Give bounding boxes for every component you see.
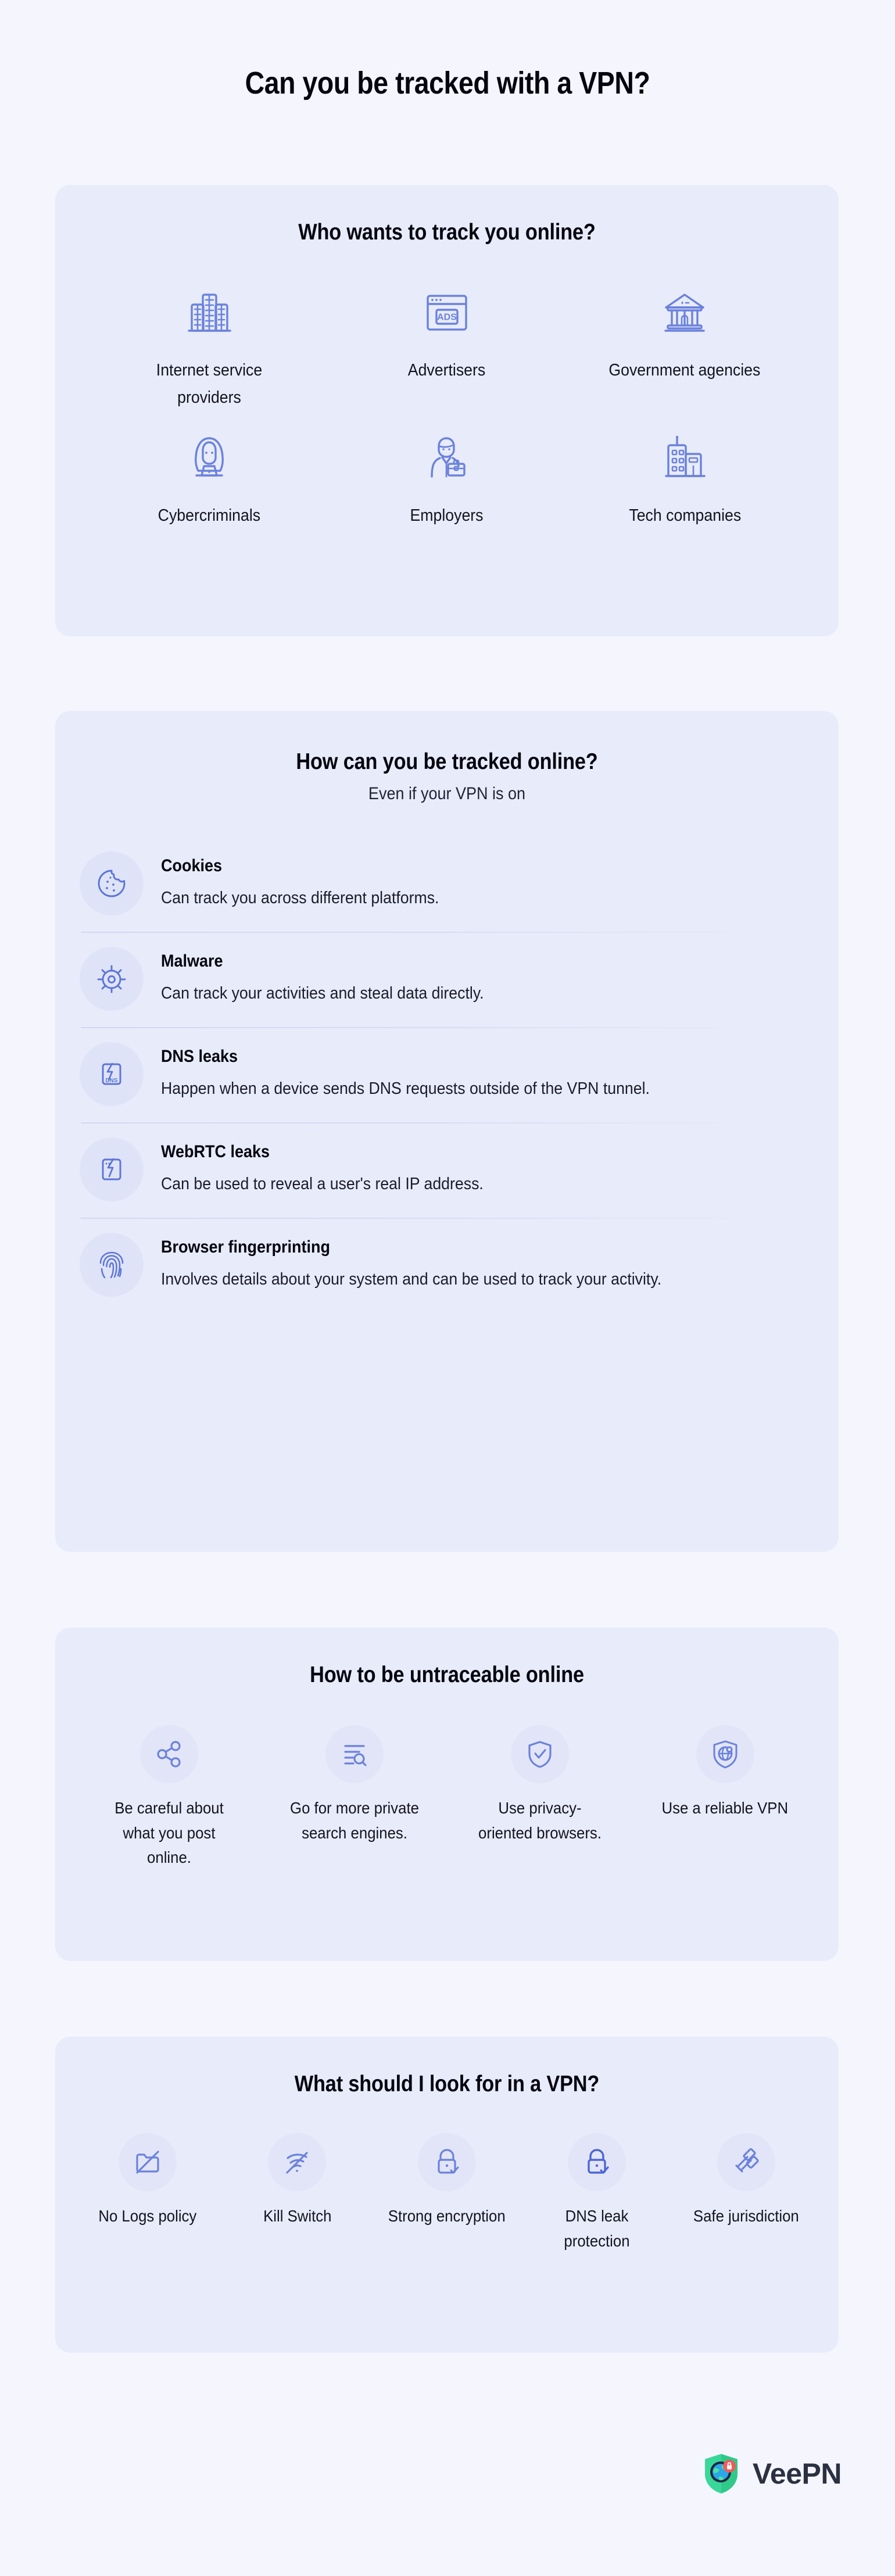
untraceable-card: How to be untraceable online Be careful … xyxy=(55,1627,839,1961)
tip-item-label: Be careful about what you post online. xyxy=(114,1799,224,1867)
feature-item-dns-leak-protection: DNS leak protection xyxy=(522,2133,672,2253)
wifi-off-icon xyxy=(268,2133,327,2191)
list-item-text: Malware Can track your activities and st… xyxy=(161,947,512,1009)
tip-item-be-careful: Be careful about what you post online. xyxy=(76,1725,262,1870)
list-item: Malware Can track your activities and st… xyxy=(80,932,813,1027)
feature-item-label: No Logs policy xyxy=(98,2207,197,2225)
list-item-text: Browser fingerprinting Involves details … xyxy=(161,1233,705,1295)
dns-leak-phone-icon: DNS xyxy=(80,1042,144,1106)
webrtc-leak-phone-icon xyxy=(80,1137,144,1201)
who-tracks-grid: Internet service providers ADS Advertise… xyxy=(55,281,839,529)
who-item-label: Internet service providers xyxy=(156,361,262,407)
who-item-label: Employers xyxy=(410,506,484,525)
vpn-features-section-title: What should I look for in a VPN? xyxy=(294,2071,600,2096)
feature-item-label: DNS leak protection xyxy=(564,2207,630,2250)
who-item-tech-companies: Tech companies xyxy=(566,427,804,529)
method-term: Malware xyxy=(161,951,223,971)
vpn-features-card: What should I look for in a VPN? No Logs… xyxy=(55,2037,839,2353)
feature-item-no-logs: No Logs policy xyxy=(73,2133,223,2253)
untraceable-tips-grid: Be careful about what you post online. G… xyxy=(55,1725,839,1870)
svg-text:ADS: ADS xyxy=(437,313,457,323)
page-title: Can you be tracked with a VPN? xyxy=(245,66,650,101)
list-item-text: DNS leaks Happen when a device sends DNS… xyxy=(161,1042,692,1104)
footer-logo: VeePN xyxy=(703,2453,842,2495)
who-item-cybercriminals: Cybercriminals xyxy=(90,427,328,529)
method-description: Can track your activities and steal data… xyxy=(161,984,484,1003)
feature-item-label: Strong encryption xyxy=(388,2207,506,2225)
method-term: DNS leaks xyxy=(161,1047,238,1066)
infographic-page: Can you be tracked with a VPN? Who wants… xyxy=(0,0,895,2576)
gavel-icon xyxy=(717,2133,776,2191)
how-section-subtitle: Even if your VPN is on xyxy=(368,784,526,803)
how-section-title: How can you be tracked online? xyxy=(296,749,598,774)
how-tracked-card: How can you be tracked online? Even if y… xyxy=(55,711,839,1552)
list-item: Browser fingerprinting Involves details … xyxy=(80,1218,813,1313)
fingerprint-icon xyxy=(80,1233,144,1297)
brand-name: VeePN xyxy=(752,2457,842,2490)
tip-item-privacy-browsers: Use privacy-oriented browsers. xyxy=(447,1725,632,1870)
government-building-icon xyxy=(660,281,709,344)
who-item-label: Government agencies xyxy=(608,361,761,380)
who-item-employers: Employers xyxy=(328,427,565,529)
feature-item-safe-jurisdiction: Safe jurisdiction xyxy=(671,2133,821,2253)
office-buildings-icon xyxy=(185,281,234,344)
malware-bug-icon xyxy=(80,947,144,1011)
method-description: Involves details about your system and c… xyxy=(161,1270,662,1289)
method-term: Cookies xyxy=(161,856,223,875)
method-description: Can be used to reveal a user's real IP a… xyxy=(161,1175,484,1193)
cookie-icon xyxy=(80,851,144,915)
list-item: DNS DNS leaks Happen when a device sends… xyxy=(80,1027,813,1122)
vpn-features-grid: No Logs policy Kill Switch Strong encryp… xyxy=(55,2133,839,2253)
list-item-text: Cookies Can track you across different p… xyxy=(161,851,463,914)
untraceable-section-title: How to be untraceable online xyxy=(310,1662,584,1687)
veepn-shield-globe-logo xyxy=(703,2453,740,2495)
who-tracks-you-card: Who wants to track you online? Internet … xyxy=(55,185,839,636)
who-item-advertisers: ADS Advertisers xyxy=(328,281,565,412)
lock-check-filled-icon xyxy=(567,2133,626,2191)
list-item: WebRTC leaks Can be used to reveal a use… xyxy=(80,1122,813,1218)
feature-item-label: Kill Switch xyxy=(263,2207,332,2225)
who-item-label: Cybercriminals xyxy=(157,506,260,525)
who-item-label: Tech companies xyxy=(628,506,741,525)
list-item-text: WebRTC leaks Can be used to reveal a use… xyxy=(161,1137,511,1200)
tip-item-private-search: Go for more private search engines. xyxy=(262,1725,447,1870)
folder-crossed-out-icon xyxy=(118,2133,177,2191)
tip-item-label: Use a reliable VPN xyxy=(661,1799,789,1817)
method-description: Can track you across different platforms… xyxy=(161,889,439,907)
who-item-isp: Internet service providers xyxy=(90,281,328,412)
ads-browser-window-icon: ADS xyxy=(423,281,471,344)
feature-item-kill-switch: Kill Switch xyxy=(223,2133,373,2253)
tip-item-reliable-vpn: Use a reliable VPN xyxy=(632,1725,818,1870)
shield-check-icon xyxy=(510,1725,569,1783)
method-term: WebRTC leaks xyxy=(161,1142,270,1161)
who-item-government: Government agencies xyxy=(566,281,804,412)
who-item-label: Advertisers xyxy=(408,361,486,380)
share-nodes-icon xyxy=(139,1725,198,1783)
hacker-hoodie-laptop-icon xyxy=(185,427,234,489)
feature-item-strong-encryption: Strong encryption xyxy=(372,2133,522,2253)
list-item: Cookies Can track you across different p… xyxy=(80,836,813,932)
svg-text:DNS: DNS xyxy=(105,1078,117,1084)
businessman-briefcase-icon xyxy=(423,427,471,489)
method-description: Happen when a device sends DNS requests … xyxy=(161,1079,650,1098)
search-list-icon xyxy=(325,1725,384,1783)
feature-item-label: Safe jurisdiction xyxy=(693,2207,800,2225)
method-term: Browser fingerprinting xyxy=(161,1237,331,1257)
shield-globe-icon xyxy=(696,1725,754,1783)
tech-office-tower-icon xyxy=(660,427,709,489)
tip-item-label: Use privacy-oriented browsers. xyxy=(478,1799,602,1842)
who-section-title: Who wants to track you online? xyxy=(298,220,596,245)
tip-item-label: Go for more private search engines. xyxy=(289,1799,419,1842)
lock-check-icon xyxy=(417,2133,476,2191)
tracking-methods-list: Cookies Can track you across different p… xyxy=(55,836,839,1313)
